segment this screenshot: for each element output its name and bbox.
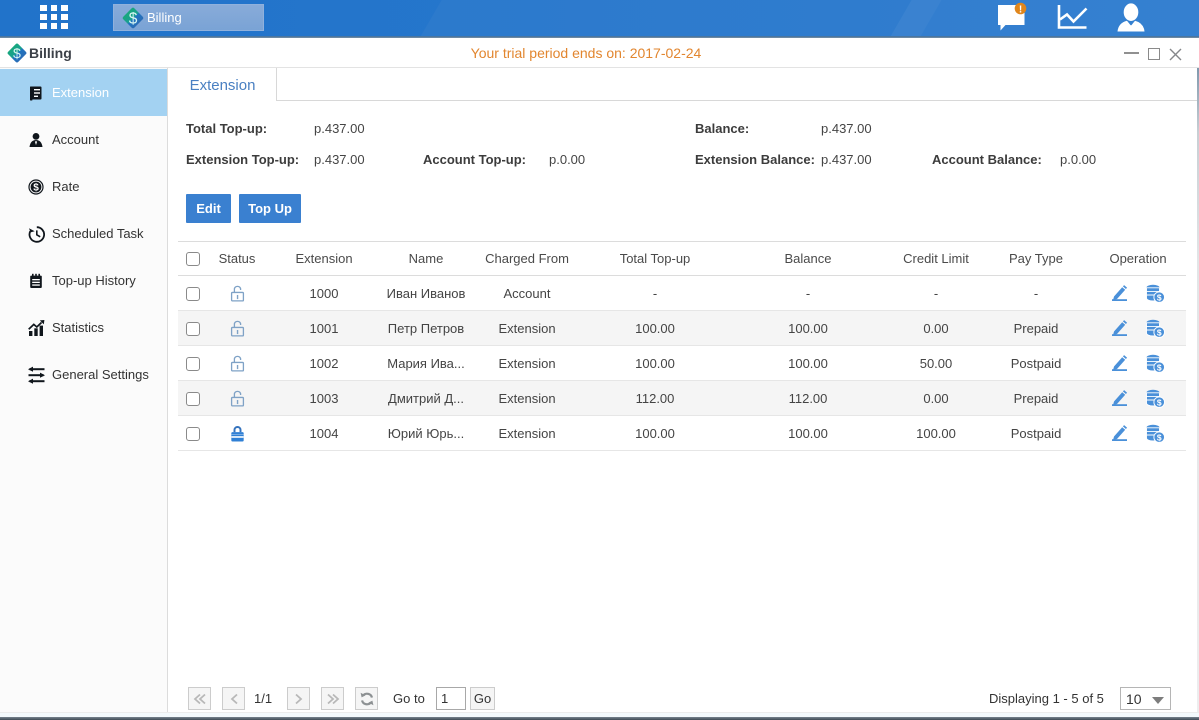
svg-text:$: $ — [33, 183, 39, 194]
svg-text:!: ! — [1019, 4, 1022, 15]
svg-text:$: $ — [129, 11, 138, 28]
